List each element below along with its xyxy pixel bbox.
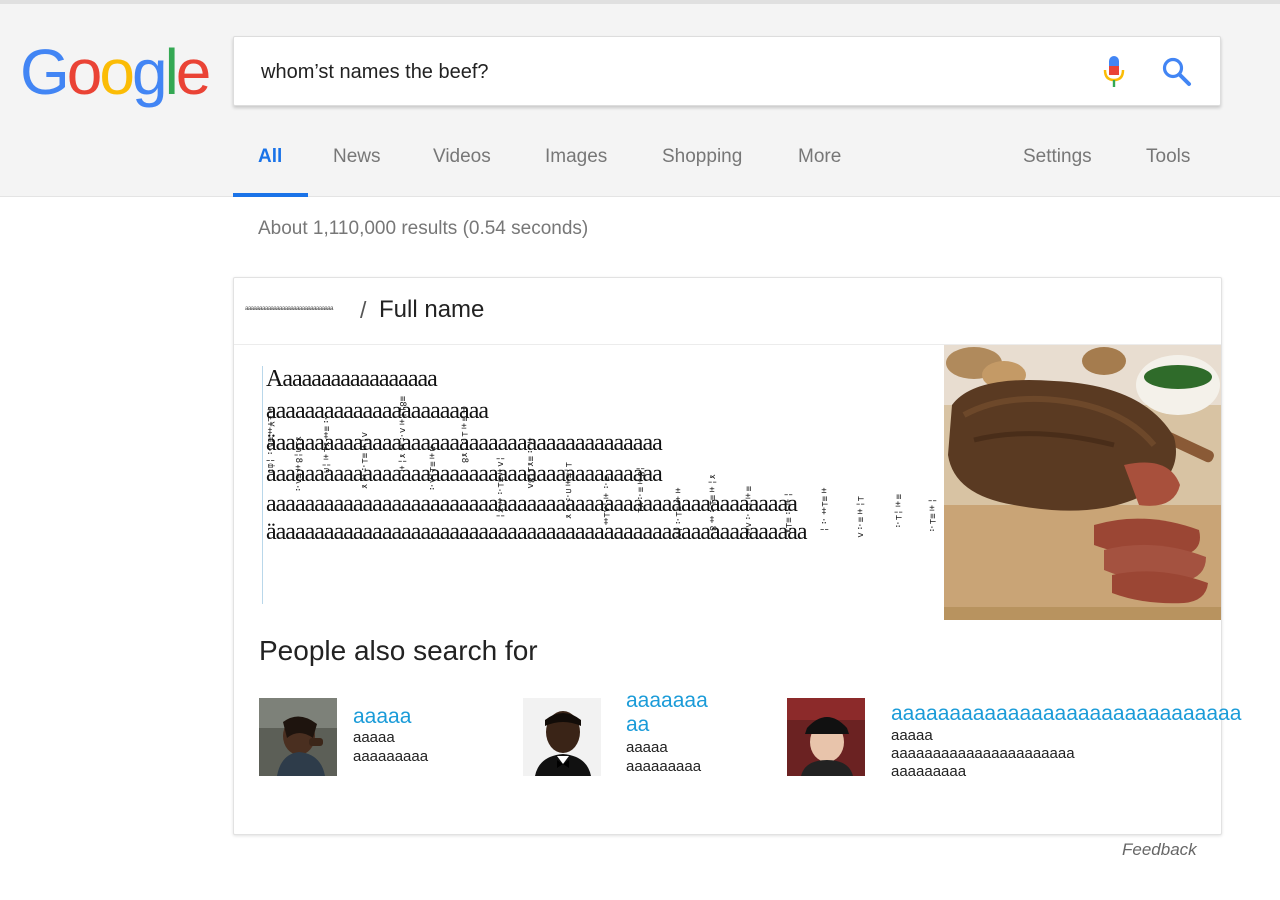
- glitch-line: äaaaaaaaaaaaaaaaaaaaaaaaaaaaaaaaaaaaaaaa…: [266, 430, 663, 456]
- breadcrumb-link[interactable]: aaaaaaaaaaaaaaaaaaaaaaaaaaaaaaa: [245, 306, 333, 312]
- logo-letter: g: [131, 36, 168, 108]
- tab-videos[interactable]: Videos: [433, 146, 491, 168]
- search-input[interactable]: [261, 57, 1081, 87]
- person-desc: aaaaaaaaa: [626, 758, 702, 775]
- glitch-noise: ¦±≡⊥∴: [927, 498, 937, 535]
- tab-all[interactable]: All: [258, 146, 282, 168]
- person-name[interactable]: aaaaaaaaaaaaaaaaaaaaaaaaaaaaaa: [891, 702, 1241, 726]
- feedback-link[interactable]: Feedback: [1122, 840, 1197, 860]
- logo-letter: o: [66, 36, 103, 108]
- person-desc: aaaaaaaaa: [891, 763, 967, 780]
- tab-shopping[interactable]: Shopping: [662, 146, 742, 168]
- glitch-noise: ≡±¦⊥∴: [893, 494, 903, 531]
- person-desc: aaaaa: [891, 727, 933, 744]
- person-name[interactable]: aa: [626, 713, 649, 737]
- logo-letter: e: [175, 36, 212, 108]
- people-also-search-title: People also search for: [259, 635, 538, 666]
- logo-letter: o: [99, 36, 135, 108]
- answer-glitch-text: ±Ƚ¥‡≡ʌ∴¦ȸ¤ ɤ⊥∩¦8±≡ʌ∴ ∴≡‡ɤ⊥±¦∩ ʌ¦±≡⊥∴‡ɤ ≡…: [262, 366, 945, 604]
- logo-letter: l: [164, 36, 179, 108]
- tab-tools[interactable]: Tools: [1146, 146, 1190, 168]
- person-photo[interactable]: [259, 698, 337, 776]
- glitch-line: äaaaaaaaaaaaaaaaaaaaaaaaaaaaaaaaaaaaaaaa…: [266, 519, 808, 545]
- logo-letter: G: [20, 36, 70, 108]
- glitch-line: aaaaaaaaaaaaaaaaaaaaaaaaaaaaaaaaaaaaaaaa…: [266, 491, 798, 517]
- person-name[interactable]: aaaaaaa: [626, 689, 708, 713]
- result-stats: About 1,110,000 results (0.54 seconds): [258, 218, 589, 239]
- glitch-line: aaaaaaaaaaaaaaaaaaaaaaa: [266, 398, 489, 424]
- tab-settings[interactable]: Settings: [1023, 146, 1092, 168]
- person-desc: aaaaa: [626, 739, 668, 756]
- person-desc: aaaaaaaaa: [353, 748, 429, 765]
- knowledge-card: aaaaaaaaaaaaaaaaaaaaaaaaaaaaaaa / Full n…: [233, 277, 1241, 835]
- card-header: aaaaaaaaaaaaaaaaaaaaaaaaaaaaaaa / Full n…: [234, 278, 1221, 345]
- search-header: Google All News Videos Images Shopping M…: [0, 4, 1280, 197]
- person-photo[interactable]: [787, 698, 865, 776]
- roast-beef-image[interactable]: [944, 345, 1221, 620]
- glitch-line: Aaaaaaaaaaaaaaaaa: [266, 366, 438, 392]
- glitch-noise: ±≡⊥‡∴¦: [819, 486, 829, 533]
- card-title: Full name: [379, 296, 485, 323]
- tab-more[interactable]: More: [798, 146, 841, 168]
- person-photo[interactable]: [523, 698, 601, 776]
- person-desc: aaaaa: [353, 729, 395, 746]
- breadcrumb-separator: /: [360, 297, 367, 323]
- search-box: [233, 36, 1221, 106]
- tab-news[interactable]: News: [333, 146, 381, 168]
- active-tab-indicator: [233, 193, 308, 197]
- google-logo[interactable]: Google: [20, 36, 212, 108]
- microphone-icon[interactable]: [1102, 55, 1126, 89]
- search-icon[interactable]: [1161, 56, 1193, 88]
- person-name[interactable]: aaaaa: [353, 705, 411, 729]
- tab-images[interactable]: Images: [545, 146, 607, 168]
- glitch-line: aaaaaaaaaaaaaaaaaaaaaaaaaaaaaaaaaaaaaaaa…: [266, 461, 663, 487]
- person-desc: aaaaaaaaaaaaaaaaaaaaaa: [891, 745, 1075, 762]
- glitch-noise: ⊥¦±≡∴ʌ: [855, 496, 865, 538]
